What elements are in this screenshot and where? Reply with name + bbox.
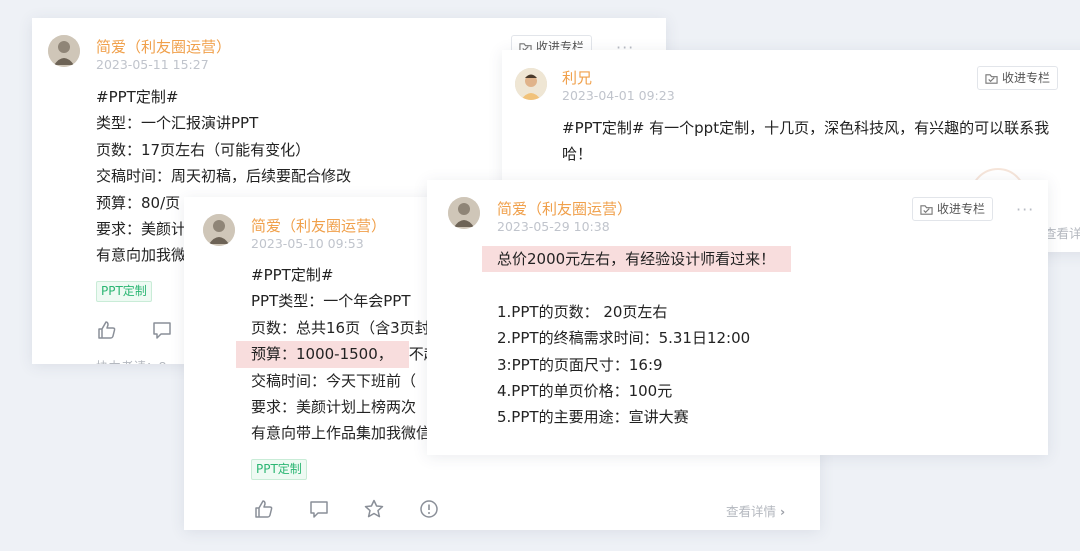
content-line: #PPT定制# [96,88,179,106]
star-icon[interactable] [363,498,385,520]
author-name[interactable]: 简爱（利友圈运营） [251,215,386,236]
comment-icon[interactable] [308,498,330,520]
avatar-image-icon [203,214,235,246]
avatar[interactable] [515,68,547,100]
avatar[interactable] [48,35,80,67]
collect-to-column-button[interactable]: 收进专栏 [977,66,1059,90]
budget-highlight: 预算：1000-1500， [236,341,409,368]
post-time: 2023-05-29 10:38 [497,219,610,234]
author-name[interactable]: 利兄 [562,67,592,88]
content-line: 哈！ [562,145,593,164]
footer-partial-text: 协力者请：8 [96,356,166,364]
topic-tag[interactable]: PPT定制 [251,459,307,480]
avatar[interactable] [203,214,235,246]
post-time: 2023-05-11 15:27 [96,57,209,72]
post-content: #PPT定制# 有一个ppt定制，十几页，深色科技风，有兴趣的可以联系我 哈！ [562,115,1049,168]
comment-icon[interactable] [151,319,173,341]
view-detail-link[interactable]: 查看详情 [1044,223,1080,242]
like-icon[interactable] [96,319,118,341]
collect-to-column-button[interactable]: 收进专栏 [912,197,994,221]
like-icon[interactable] [253,498,275,520]
avatar-image-icon [48,35,80,67]
collect-label: 收进专栏 [937,202,986,216]
avatar-image-icon [448,197,480,229]
post-content: 总价2000元左右，有经验设计师看过来！ 1.PPT的页数： 20页左右 2.P… [482,246,792,431]
avatar[interactable] [448,197,480,229]
list-item: 4.PPT的单页价格：100元 [497,382,673,401]
post-time: 2023-05-10 09:53 [251,236,364,251]
view-detail-label: 查看详情 [726,504,777,519]
chevron-right-icon: › [780,504,786,519]
content-line: #PPT定制# 有一个ppt定制，十几页，深色科技风，有兴趣的可以联系我 [562,119,1050,137]
content-line: 页数：17页左右（可能有变化） [96,140,311,159]
author-name[interactable]: 简爱（利友圈运营） [96,36,231,57]
content-line: 交稿时间：周天初稿，后续要配合修改 [96,167,352,186]
headline-highlight: 总价2000元左右，有经验设计师看过来！ [482,246,792,273]
folder-icon [920,204,933,215]
topic-tag[interactable]: PPT定制 [96,281,152,302]
content-line: 类型：一个汇报演讲PPT [96,114,259,133]
collect-label: 收进专栏 [1002,71,1051,85]
stage: 简爱（利友圈运营） 2023-05-11 15:27 收进专栏 ··· #PPT… [0,0,1080,551]
post-actions [253,498,440,520]
view-detail-link[interactable]: 查看详情 › [726,501,785,520]
headline-line: 总价2000元左右，有经验设计师看过来！ [482,246,792,273]
post-actions [96,319,173,341]
post-time: 2023-04-01 09:23 [562,88,675,103]
post-card-4: 简爱（利友圈运营） 2023-05-29 10:38 收进专栏 ··· 总价20… [427,180,1048,455]
author-name[interactable]: 简爱（利友圈运营） [497,198,632,219]
list-item: 3:PPT的页面尺寸：16:9 [497,355,663,374]
more-options-icon[interactable]: ··· [1016,202,1034,218]
folder-icon [985,73,998,84]
avatar-image-icon [515,68,547,100]
list-item: 5.PPT的主要用途：宣讲大赛 [497,408,689,427]
report-icon[interactable] [418,498,440,520]
list-item: 1.PPT的页数： 20页左右 [497,302,668,321]
list-item: 2.PPT的终稿需求时间：5.31日12:00 [497,329,751,348]
